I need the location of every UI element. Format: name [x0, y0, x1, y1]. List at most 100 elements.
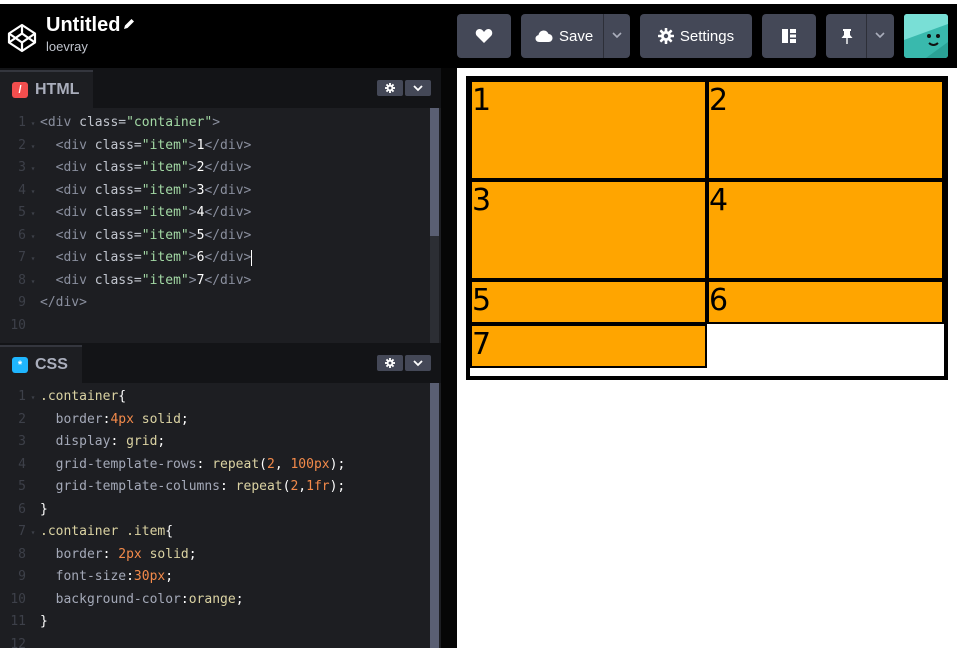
- html-scrollbar-thumb[interactable]: [430, 108, 439, 236]
- line-number: 6: [18, 227, 26, 243]
- settings-label: Settings: [679, 27, 735, 45]
- user-avatar-icon: [904, 14, 948, 58]
- fold-toggle-icon[interactable]: ▾: [26, 181, 40, 203]
- code-line[interactable]: 2 ▾ <div class="item">1</div>: [0, 135, 251, 157]
- fold-toggle-icon[interactable]: ▾: [26, 387, 40, 409]
- code-token: repeat: [235, 479, 283, 494]
- code-line[interactable]: 5 ▾ <div class="item">4</div>: [0, 202, 251, 224]
- code-line[interactable]: 7 ▾ <div class="item">6</div>: [0, 247, 253, 270]
- code-token: >: [188, 137, 197, 153]
- code-line[interactable]: 6 ▾ <div class="item">5</div>: [0, 225, 251, 247]
- css-code-editor[interactable]: 1 ▾ .container{2 border:4px solid; 3 displa…: [0, 386, 430, 652]
- code-token: :: [126, 569, 134, 584]
- chevron-down-icon: [413, 84, 423, 91]
- line-number: 9: [18, 569, 26, 584]
- code-line[interactable]: 9 </div>: [0, 292, 87, 314]
- pin-icon[interactable]: [840, 28, 854, 44]
- code-line[interactable]: 10 background-color:orange;: [0, 589, 243, 611]
- fold-toggle-icon[interactable]: ▾: [26, 203, 40, 225]
- code-token: ;: [157, 434, 166, 449]
- code-line[interactable]: 4 grid-template-rows: repeat(2, 100px);: [0, 454, 345, 476]
- line-number: 3: [18, 434, 26, 449]
- code-line[interactable]: 3 ▾ <div class="item">2</div>: [0, 157, 251, 179]
- code-token: :: [220, 479, 236, 494]
- html-settings-button[interactable]: [377, 80, 403, 96]
- love-button[interactable]: [457, 14, 511, 58]
- code-line[interactable]: 8 border: 2px solid;: [0, 544, 197, 566]
- code-token: >: [188, 250, 197, 265]
- top-bar: Untitled loevray Save Settings: [0, 4, 957, 68]
- layout-button[interactable]: [762, 14, 816, 58]
- code-line[interactable]: 9 font-size:30px;: [0, 566, 173, 588]
- code-token: <div: [40, 115, 80, 130]
- settings-button[interactable]: Settings: [640, 14, 752, 58]
- html-code-editor[interactable]: 1 ▾ <div class="container"> 2 ▾ <div class="…: [0, 112, 430, 340]
- line-number: 4: [18, 182, 26, 198]
- pencil-icon[interactable]: [122, 17, 136, 31]
- css-collapse-button[interactable]: [405, 355, 431, 371]
- tab-html[interactable]: / HTML: [0, 70, 94, 108]
- code-token: class=: [94, 137, 142, 153]
- code-token: grid-template-rows: [40, 456, 197, 472]
- code-token: repeat: [212, 456, 260, 472]
- code-token: ;: [180, 411, 189, 427]
- code-token: grid-template-columns: [40, 479, 221, 494]
- username[interactable]: loevray: [46, 39, 88, 54]
- save-button[interactable]: Save: [559, 28, 593, 45]
- avatar[interactable]: [904, 14, 948, 58]
- fold-toggle-icon[interactable]: ▾: [26, 158, 40, 180]
- pen-title[interactable]: Untitled: [46, 14, 120, 37]
- code-line[interactable]: 6}: [0, 499, 48, 521]
- line-number: 9: [18, 295, 26, 310]
- code-line[interactable]: 8 ▾ <div class="item">7</div>: [0, 270, 251, 292]
- code-token: background-color: [40, 591, 181, 607]
- code-line[interactable]: 7 ▾ .container .item{: [0, 521, 173, 543]
- code-token: >: [188, 272, 197, 288]
- fold-toggle-icon[interactable]: ▾: [26, 522, 40, 544]
- line-number: 11: [10, 614, 26, 629]
- fold-toggle-icon[interactable]: ▾: [26, 226, 40, 248]
- code-line[interactable]: 4 ▾ <div class="item">3</div>: [0, 180, 251, 202]
- code-line[interactable]: 3 display: grid;: [0, 431, 165, 453]
- code-line[interactable]: 11}: [0, 611, 47, 633]
- css-asterisk-icon: *: [12, 357, 28, 373]
- tab-css[interactable]: * CSS: [0, 345, 82, 383]
- html-scrollbar[interactable]: [430, 108, 439, 343]
- code-token: class=: [94, 250, 142, 265]
- code-token: <div: [40, 160, 95, 175]
- resize-handle[interactable]: [441, 68, 457, 648]
- chevron-down-icon[interactable]: [612, 31, 622, 39]
- code-token: <div: [40, 227, 95, 243]
- line-number: 2: [18, 137, 26, 153]
- line-number: 2: [18, 411, 26, 427]
- code-token: "item": [141, 137, 189, 153]
- fold-toggle-icon[interactable]: ▾: [26, 136, 40, 158]
- code-token: 1fr: [306, 479, 330, 494]
- html-collapse-button[interactable]: [405, 80, 431, 96]
- code-token: ;: [165, 569, 174, 584]
- preview-item: 3: [470, 180, 707, 280]
- code-line[interactable]: 1 ▾ <div class="container">: [0, 112, 220, 134]
- code-line[interactable]: 12: [0, 634, 40, 656]
- fold-toggle-icon[interactable]: ▾: [26, 271, 40, 293]
- code-token: );: [329, 456, 346, 472]
- codepen-logo-icon[interactable]: [6, 22, 38, 54]
- code-line[interactable]: 1 ▾ .container{: [0, 386, 126, 408]
- code-token: "item": [141, 227, 189, 243]
- code-token: ;: [188, 546, 197, 562]
- css-scrollbar[interactable]: [430, 383, 439, 648]
- code-line[interactable]: 2 border:4px solid;: [0, 409, 189, 431]
- editor-panel: / HTML 1 ▾ <div class="container"> 2 ▾ <div …: [0, 68, 441, 652]
- fold-toggle-icon[interactable]: ▾: [26, 248, 40, 270]
- fold-toggle-icon[interactable]: ▾: [26, 113, 40, 135]
- css-settings-button[interactable]: [377, 355, 403, 371]
- code-token: "item": [141, 205, 189, 220]
- code-token: class=: [94, 272, 142, 288]
- css-scrollbar-thumb[interactable]: [430, 383, 439, 648]
- chevron-down-icon[interactable]: [875, 31, 885, 39]
- layout-icon: [782, 29, 796, 43]
- css-pane-controls: [377, 355, 431, 371]
- code-line[interactable]: 10: [0, 315, 40, 337]
- code-line[interactable]: 5 grid-template-columns: repeat(2,1fr);: [0, 476, 345, 498]
- code-token: class=: [79, 115, 127, 130]
